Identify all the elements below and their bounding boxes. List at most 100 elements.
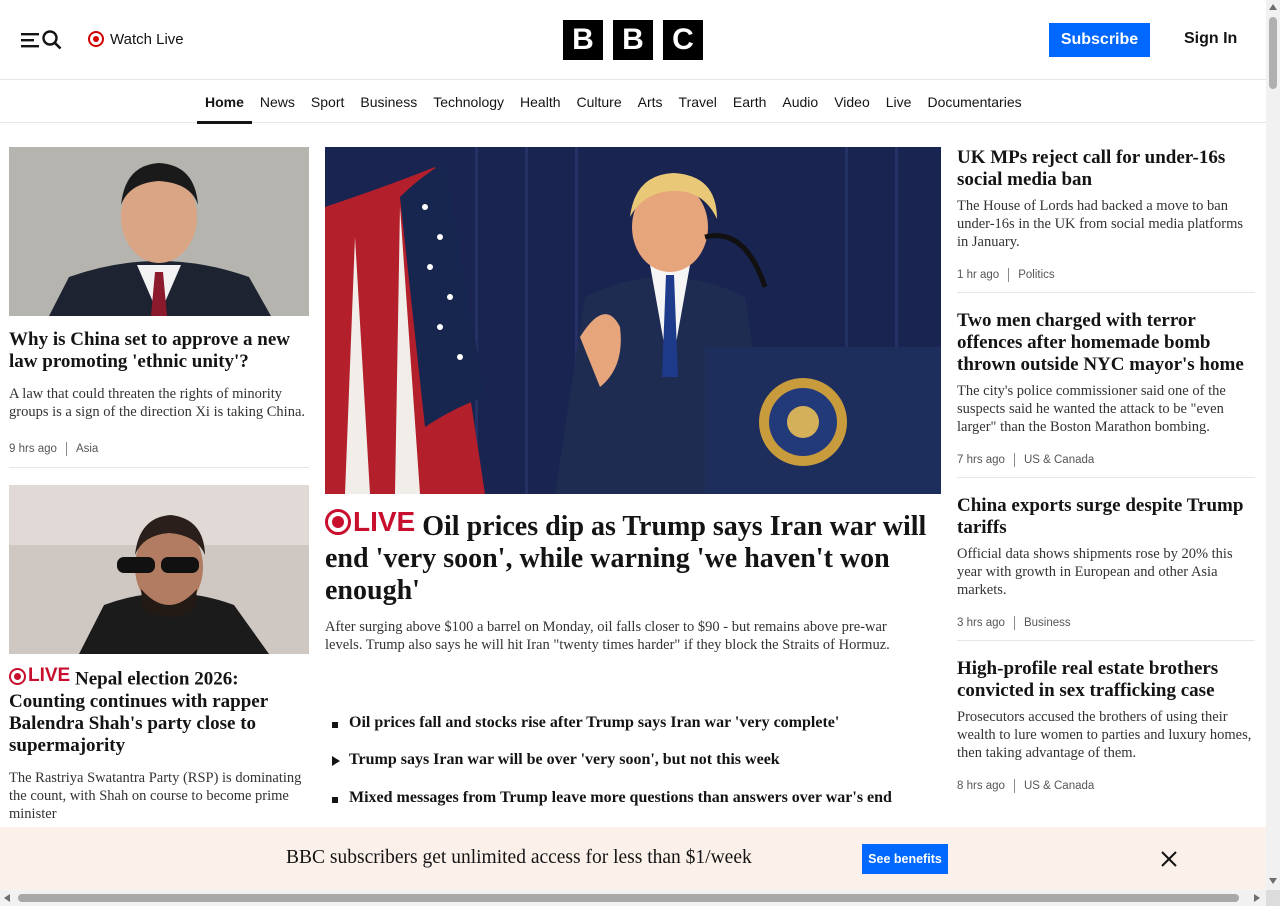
story-summary: The Rastriya Swatantra Party (RSP) is do… — [9, 769, 302, 822]
story-category[interactable]: Business — [1024, 617, 1071, 629]
story-category[interactable]: US & Canada — [1024, 454, 1094, 466]
nav-item-news[interactable]: News — [252, 81, 303, 123]
square-bullet-icon — [332, 722, 338, 728]
live-icon — [88, 31, 104, 47]
scroll-up-arrow-icon[interactable] — [1269, 4, 1277, 10]
scroll-down-arrow-icon[interactable] — [1269, 878, 1277, 884]
close-banner-button[interactable] — [1159, 849, 1179, 869]
vertical-scroll-thumb[interactable] — [1269, 17, 1277, 89]
nav-item-health[interactable]: Health — [512, 81, 568, 123]
story-headline[interactable]: Why is China set to approve a new law pr… — [9, 329, 309, 373]
menu-icon — [21, 33, 39, 48]
story-summary: Official data shows shipments rose by 20… — [957, 546, 1233, 598]
story-headline[interactable]: China exports surge despite Trump tariff… — [957, 495, 1255, 539]
live-icon — [325, 509, 351, 535]
divider — [9, 467, 309, 468]
nav-item-arts[interactable]: Arts — [630, 81, 671, 123]
square-bullet-icon — [332, 797, 338, 803]
menu-search-button[interactable] — [21, 28, 63, 52]
horizontal-scroll-thumb[interactable] — [18, 894, 1239, 902]
banner-text: BBC subscribers get unlimited access for… — [286, 847, 752, 868]
left-column: Why is China set to approve a new law pr… — [9, 147, 309, 823]
nav-item-audio[interactable]: Audio — [774, 81, 826, 123]
nav-item-documentaries[interactable]: Documentaries — [919, 81, 1029, 123]
related-link-text: Oil prices fall and stocks rise after Tr… — [349, 714, 840, 731]
portrait-illustration — [9, 485, 309, 654]
meta-separator — [1008, 268, 1010, 282]
divider — [957, 640, 1255, 641]
hero-headline-text: Oil prices dip as Trump says Iran war wi… — [325, 511, 927, 606]
hero-headline[interactable]: LIVE Oil prices dip as Trump says Iran w… — [325, 506, 941, 607]
story-time: 1 hr ago — [957, 269, 1000, 281]
story-card-nepal: LIVE Nepal election 2026: Counting conti… — [9, 485, 309, 823]
nav-item-home[interactable]: Home — [197, 81, 252, 124]
scroll-left-arrow-icon[interactable] — [4, 894, 10, 902]
right-column: UK MPs reject call for under-16s social … — [957, 147, 1255, 793]
story-headline[interactable]: UK MPs reject call for under-16s social … — [957, 147, 1255, 191]
story-card-uk-mps: UK MPs reject call for under-16s social … — [957, 147, 1255, 293]
meta-separator — [65, 442, 67, 456]
watch-live-link[interactable]: Watch Live — [88, 28, 184, 50]
hero-illustration — [325, 147, 941, 494]
divider — [957, 292, 1255, 293]
bullet — [325, 713, 349, 734]
vertical-scrollbar[interactable] — [1266, 0, 1280, 890]
story-category[interactable]: Politics — [1018, 269, 1054, 281]
sign-in-button[interactable]: Sign In — [1184, 30, 1237, 48]
related-links: Oil prices fall and stocks rise after Tr… — [325, 713, 941, 809]
story-meta: 9 hrs ago Asia — [9, 442, 309, 456]
story-meta: 3 hrs ago Business — [957, 616, 1255, 630]
nav-item-technology[interactable]: Technology — [425, 81, 512, 123]
story-summary: A law that could threaten the rights of … — [9, 386, 306, 420]
watch-live-label: Watch Live — [110, 30, 184, 48]
close-icon — [1161, 851, 1177, 867]
story-meta: 7 hrs ago US & Canada — [957, 453, 1255, 467]
story-category[interactable]: Asia — [76, 443, 98, 455]
logo-letter-b2: B — [613, 20, 653, 60]
story-meta: 1 hr ago Politics — [957, 268, 1255, 282]
story-headline[interactable]: High-profile real estate brothers convic… — [957, 658, 1255, 702]
story-time: 8 hrs ago — [957, 780, 1005, 792]
bullet — [325, 788, 349, 809]
nav-item-travel[interactable]: Travel — [671, 81, 725, 123]
story-card-china: Why is China set to approve a new law pr… — [9, 147, 309, 468]
meta-separator — [1013, 616, 1015, 630]
nav-item-culture[interactable]: Culture — [569, 81, 630, 123]
story-summary: Prosecutors accused the brothers of usin… — [957, 709, 1252, 761]
story-time: 3 hrs ago — [957, 617, 1005, 629]
see-benefits-button[interactable]: See benefits — [862, 844, 948, 874]
nav-item-sport[interactable]: Sport — [303, 81, 352, 123]
story-card-china-exports: China exports surge despite Trump tariff… — [957, 495, 1255, 641]
horizontal-scrollbar[interactable] — [0, 890, 1266, 906]
hero-image-trump-podium[interactable] — [325, 147, 941, 494]
logo-letter-c: C — [663, 20, 703, 60]
scrollbar-corner — [1266, 890, 1280, 906]
subscribe-button[interactable]: Subscribe — [1049, 23, 1150, 57]
story-headline[interactable]: Two men charged with terror offences aft… — [957, 310, 1255, 376]
site-header: Watch Live B B C Subscribe Sign In — [0, 0, 1266, 80]
hero-summary: After surging above $100 a barrel on Mon… — [325, 619, 890, 653]
story-image-xi-jinping[interactable] — [9, 147, 309, 316]
story-card-nyc-bomb: Two men charged with terror offences aft… — [957, 310, 1255, 478]
subscription-banner: BBC subscribers get unlimited access for… — [0, 827, 1266, 890]
story-headline[interactable]: LIVE Nepal election 2026: Counting conti… — [9, 665, 309, 757]
bbc-logo[interactable]: B B C — [563, 20, 703, 60]
related-link-2[interactable]: Trump says Iran war will be over 'very s… — [325, 750, 941, 772]
search-icon — [42, 30, 62, 50]
nav-item-live[interactable]: Live — [878, 81, 920, 123]
related-link-1[interactable]: Oil prices fall and stocks rise after Tr… — [325, 713, 941, 734]
logo-letter-b1: B — [563, 20, 603, 60]
main-column: LIVE Oil prices dip as Trump says Iran w… — [325, 147, 941, 825]
story-summary: The House of Lords had backed a move to … — [957, 198, 1244, 250]
nav-item-business[interactable]: Business — [352, 81, 425, 123]
nav-item-video[interactable]: Video — [826, 81, 878, 123]
related-link-3[interactable]: Mixed messages from Trump leave more que… — [325, 788, 941, 809]
live-text: LIVE — [28, 665, 71, 686]
bullet — [325, 750, 349, 772]
scroll-right-arrow-icon[interactable] — [1254, 894, 1260, 902]
story-category[interactable]: US & Canada — [1024, 780, 1094, 792]
story-image-balendra-shah[interactable] — [9, 485, 309, 654]
meta-separator — [1013, 453, 1015, 467]
nav-item-earth[interactable]: Earth — [725, 81, 774, 123]
related-link-text: Trump says Iran war will be over 'very s… — [349, 751, 780, 768]
